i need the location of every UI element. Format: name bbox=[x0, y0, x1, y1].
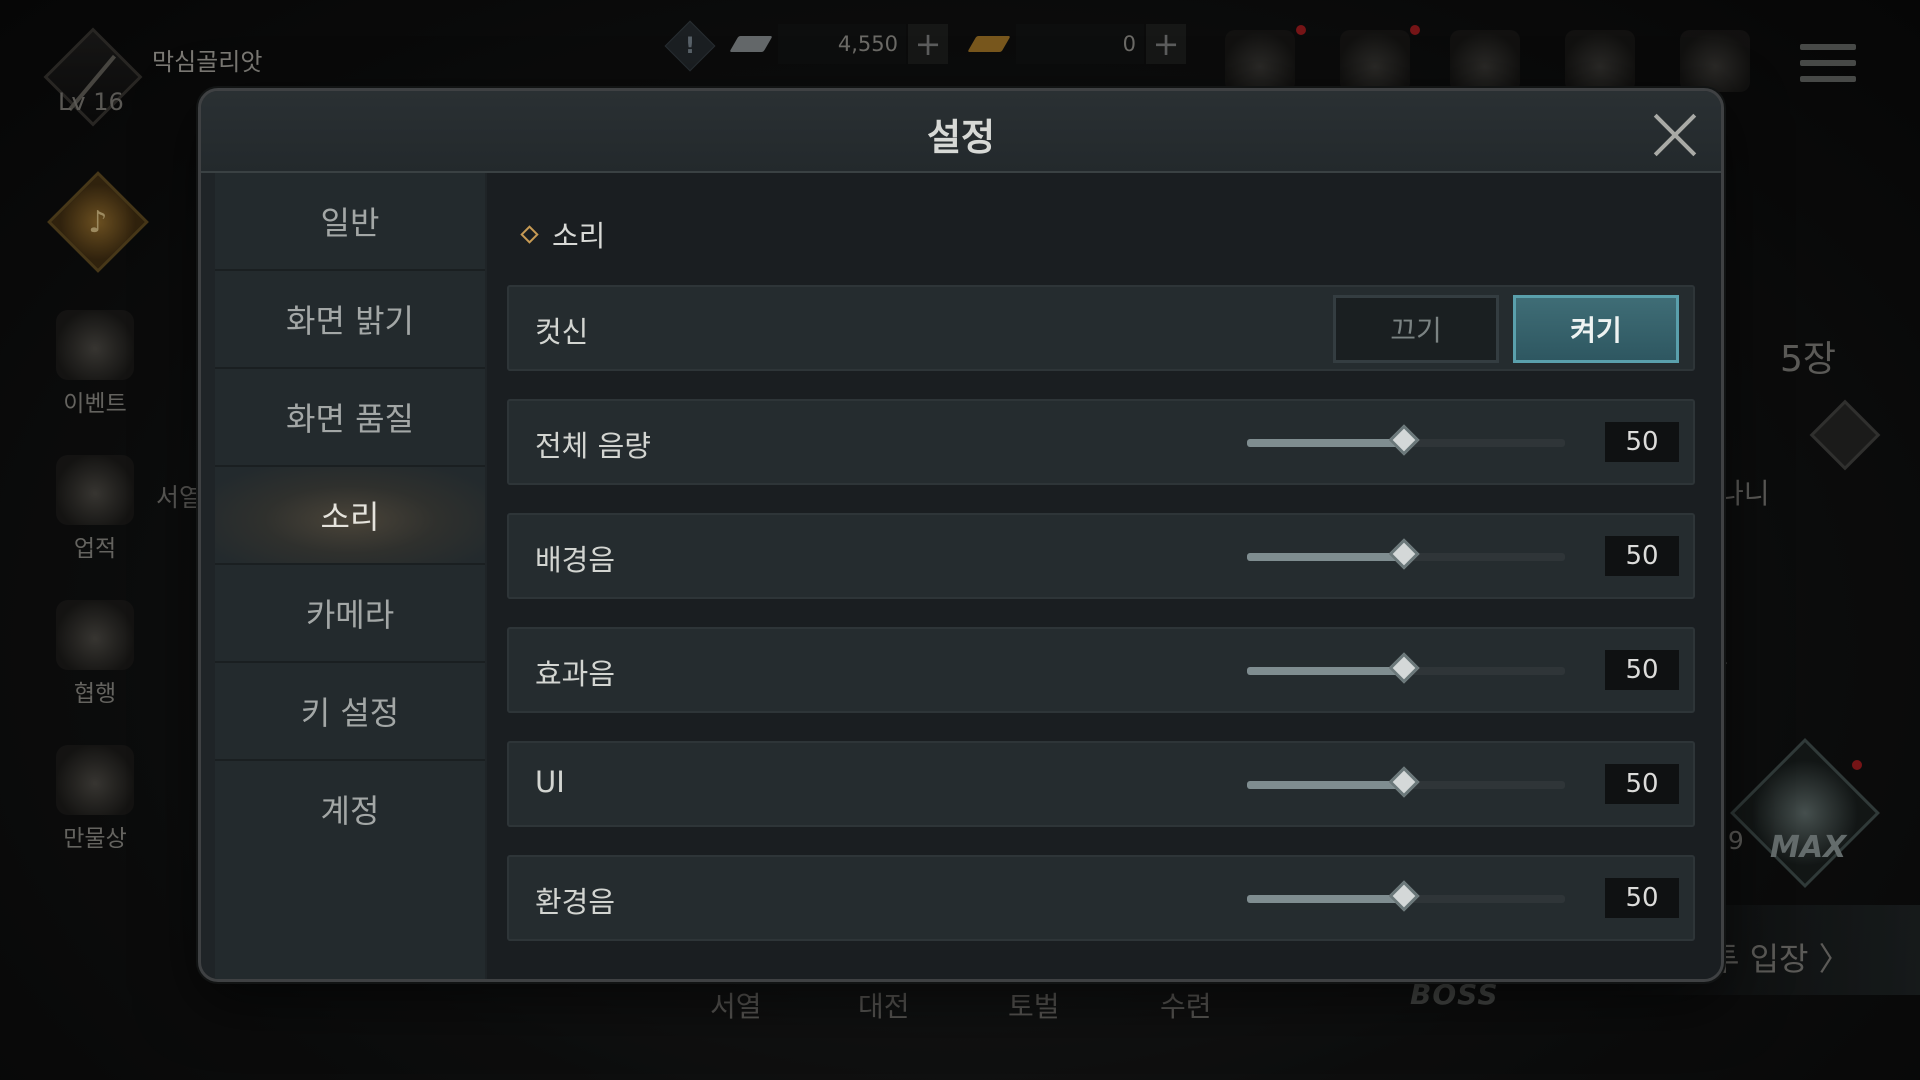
menu-icon[interactable] bbox=[1800, 44, 1856, 92]
volume-label: 효과음 bbox=[535, 657, 616, 691]
alert-icon[interactable]: ! bbox=[664, 20, 716, 72]
bell-icon[interactable]: ♪ bbox=[47, 171, 149, 273]
volume-slider[interactable] bbox=[1247, 538, 1565, 570]
bottom-nav-raid[interactable]: 토벌 bbox=[1008, 985, 1060, 1025]
settings-sidebar: 일반 화면 밝기 화면 품질 소리 카메라 키 설정 계정 bbox=[215, 173, 485, 979]
volume-label: 환경음 bbox=[535, 885, 616, 919]
hat-icon[interactable] bbox=[1450, 30, 1520, 92]
volume-slider[interactable] bbox=[1247, 766, 1565, 798]
volume-row-ui: UI 50 bbox=[507, 741, 1695, 827]
section-title: 소리 bbox=[520, 213, 605, 255]
settings-content: 소리 컷신 끄기 켜기 전체 음량 50 배경음 50 효과음 50 UI 50… bbox=[487, 173, 1721, 979]
enter-battle-button[interactable]: 투 입장 〉 bbox=[1710, 934, 1851, 980]
cutscene-row: 컷신 끄기 켜기 bbox=[507, 285, 1695, 371]
volume-slider[interactable] bbox=[1247, 424, 1565, 456]
tab-quality[interactable]: 화면 품질 bbox=[215, 369, 485, 467]
tab-general[interactable]: 일반 bbox=[215, 173, 485, 271]
coin-pouch-icon[interactable] bbox=[1225, 30, 1295, 92]
add-silver-button[interactable]: + bbox=[908, 24, 948, 64]
currency-amount: 0 bbox=[1016, 24, 1144, 64]
notification-dot bbox=[1410, 25, 1420, 35]
volume-label: UI bbox=[535, 765, 565, 799]
slider-thumb[interactable] bbox=[1388, 880, 1420, 912]
tab-account[interactable]: 계정 bbox=[215, 761, 485, 857]
modal-title: 설정 bbox=[926, 116, 996, 159]
cutscene-on-button[interactable]: 켜기 bbox=[1513, 295, 1679, 363]
bottom-nav-rank[interactable]: 서열 bbox=[710, 985, 762, 1025]
bottom-nav-training[interactable]: 수련 bbox=[1160, 985, 1212, 1025]
scroll-icon[interactable] bbox=[1340, 30, 1410, 92]
volume-row-master: 전체 음량 50 bbox=[507, 399, 1695, 485]
tab-key-settings[interactable]: 키 설정 bbox=[215, 663, 485, 761]
modal-header: 설정 bbox=[201, 91, 1721, 173]
side-achievement-button[interactable]: 업적 bbox=[40, 455, 150, 563]
event-board-icon bbox=[56, 310, 134, 380]
tab-sound[interactable]: 소리 bbox=[215, 467, 485, 565]
volume-label: 전체 음량 bbox=[535, 429, 651, 463]
volume-value: 50 bbox=[1605, 536, 1679, 576]
player-level-badge[interactable] bbox=[38, 27, 148, 138]
currency-silver: 4,550 + bbox=[729, 22, 948, 66]
cutscene-label: 컷신 bbox=[535, 315, 589, 349]
volume-row-sfx: 효과음 50 bbox=[507, 627, 1695, 713]
settings-modal: 설정 일반 화면 밝기 화면 품질 소리 카메라 키 설정 계정 소리 컷신 끄… bbox=[198, 88, 1724, 982]
volume-value: 50 bbox=[1605, 878, 1679, 918]
tab-camera[interactable]: 카메라 bbox=[215, 565, 485, 663]
volume-label: 배경음 bbox=[535, 543, 616, 577]
bottom-nav-battle[interactable]: 대전 bbox=[858, 985, 910, 1025]
slider-thumb[interactable] bbox=[1388, 424, 1420, 456]
side-extra-label: 서열 bbox=[156, 483, 203, 512]
side-shop-button[interactable]: 만물상 bbox=[40, 745, 150, 853]
cutscene-off-button[interactable]: 끄기 bbox=[1333, 295, 1499, 363]
right-text: 나니 bbox=[1718, 477, 1770, 510]
volume-row-bgm: 배경음 50 bbox=[507, 513, 1695, 599]
diamond-nav-icon[interactable] bbox=[1809, 399, 1881, 471]
bundle-icon[interactable] bbox=[1680, 30, 1750, 92]
tab-brightness[interactable]: 화면 밝기 bbox=[215, 271, 485, 369]
book-icon[interactable] bbox=[1565, 30, 1635, 92]
diamond-bullet-icon bbox=[520, 224, 539, 244]
right-count: 5장 bbox=[1780, 339, 1837, 380]
slider-thumb[interactable] bbox=[1388, 652, 1420, 684]
side-event-button[interactable]: 이벤트 bbox=[40, 310, 150, 418]
volume-value: 50 bbox=[1605, 650, 1679, 690]
volume-value: 50 bbox=[1605, 422, 1679, 462]
volume-slider[interactable] bbox=[1247, 652, 1565, 684]
volume-row-ambient: 환경음 50 bbox=[507, 855, 1695, 941]
volume-value: 50 bbox=[1605, 764, 1679, 804]
chest-icon bbox=[56, 600, 134, 670]
close-icon[interactable] bbox=[1651, 111, 1699, 159]
notification-dot bbox=[1852, 760, 1862, 770]
add-gold-button[interactable]: + bbox=[1146, 24, 1186, 64]
boss-label[interactable]: BOSS bbox=[1410, 978, 1498, 1011]
notification-dot bbox=[1296, 25, 1306, 35]
shop-cart-icon bbox=[56, 745, 134, 815]
side-cooperation-button[interactable]: 협행 bbox=[40, 600, 150, 708]
silver-ingot-icon bbox=[729, 36, 773, 52]
currency-amount: 4,550 bbox=[778, 24, 906, 64]
scroll-case-icon bbox=[56, 455, 134, 525]
player-level: Lv 16 bbox=[58, 88, 124, 116]
player-name: 막심골리앗 bbox=[152, 48, 263, 76]
max-label: MAX bbox=[1770, 830, 1847, 865]
slider-thumb[interactable] bbox=[1388, 538, 1420, 570]
slider-thumb[interactable] bbox=[1388, 766, 1420, 798]
gold-ingot-icon bbox=[967, 36, 1011, 52]
currency-gold: 0 + bbox=[967, 22, 1186, 66]
volume-slider[interactable] bbox=[1247, 880, 1565, 912]
